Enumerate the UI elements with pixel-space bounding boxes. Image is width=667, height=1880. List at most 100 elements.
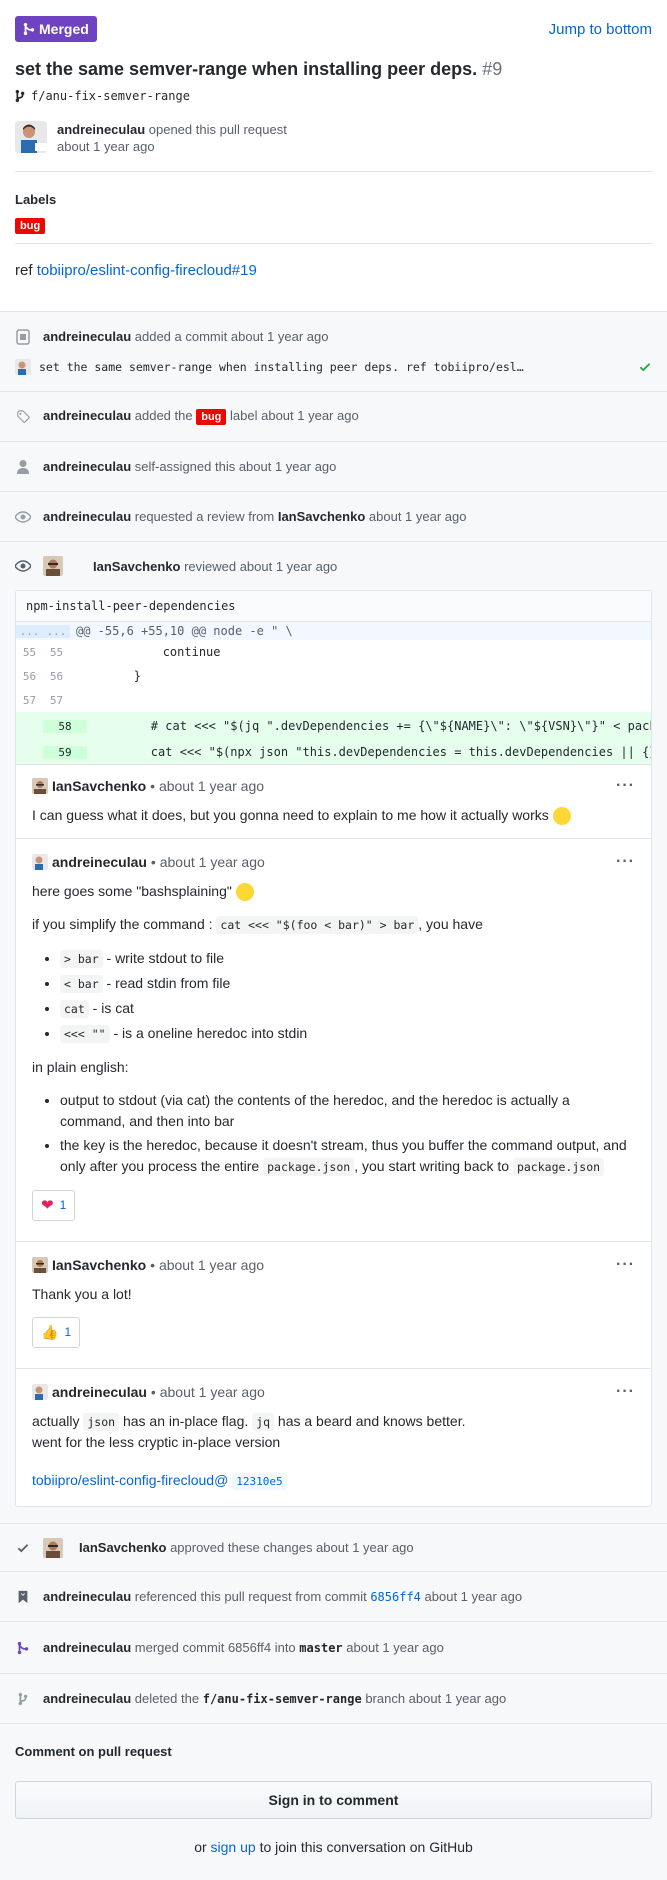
commit-author-avatar[interactable] bbox=[15, 358, 31, 375]
referenced-user[interactable]: andreineculau bbox=[43, 1589, 131, 1604]
more-options-icon[interactable]: ··· bbox=[616, 777, 635, 795]
comment-time[interactable]: • about 1 year ago bbox=[150, 1257, 264, 1273]
merge-icon bbox=[23, 22, 35, 36]
comment-avatar[interactable] bbox=[32, 854, 48, 870]
check-icon bbox=[639, 362, 651, 371]
opened-by: andreineculau opened this pull request a… bbox=[15, 121, 652, 172]
timeline-assigned: andreineculau self-assigned this about 1… bbox=[0, 442, 667, 492]
more-options-icon[interactable]: ··· bbox=[616, 853, 635, 871]
line-number[interactable]: 58 bbox=[43, 719, 87, 733]
comment-time[interactable]: • about 1 year ago bbox=[150, 778, 264, 794]
approved-user[interactable]: IanSavchenko bbox=[79, 1540, 166, 1555]
diff-row-added: 59 cat <<< "$(npx json "this.devDependen… bbox=[16, 740, 651, 764]
check-icon bbox=[15, 1540, 31, 1556]
timeline: andreineculau added a commit about 1 yea… bbox=[0, 311, 667, 1880]
bug-label[interactable]: bug bbox=[15, 218, 46, 234]
more-options-icon[interactable]: ··· bbox=[616, 1256, 635, 1274]
reviewed-user[interactable]: IanSavchenko bbox=[93, 559, 180, 574]
author-link[interactable]: andreineculau bbox=[57, 122, 145, 137]
commit-message[interactable]: set the same semver-range when installin… bbox=[39, 360, 630, 374]
labeled-user[interactable]: andreineculau bbox=[43, 408, 131, 423]
line-number[interactable]: 55 bbox=[43, 646, 70, 659]
pr-title-text: set the same semver-range when installin… bbox=[15, 59, 478, 79]
assigned-user[interactable]: andreineculau bbox=[43, 459, 131, 474]
inline-code: < bar bbox=[60, 975, 103, 993]
pr-number: #9 bbox=[482, 59, 503, 79]
opened-text: opened this pull request bbox=[148, 122, 287, 137]
list-item-text: - is cat bbox=[92, 1000, 134, 1016]
branch-info: f/anu-fix-semver-range bbox=[15, 89, 652, 103]
comment-author[interactable]: andreineculau bbox=[52, 1384, 147, 1400]
inline-code: cat bbox=[60, 1000, 89, 1018]
comment-author[interactable]: andreineculau bbox=[52, 854, 147, 870]
comment-time[interactable]: • about 1 year ago bbox=[151, 854, 265, 870]
thumbsup-reaction-button[interactable]: 👍 1 bbox=[32, 1317, 81, 1348]
sign-up-link[interactable]: sign up bbox=[211, 1839, 256, 1855]
deleted-user[interactable]: andreineculau bbox=[43, 1691, 131, 1706]
diff-file-name[interactable]: npm-install-peer-dependencies bbox=[16, 591, 651, 622]
referenced-commit-link[interactable]: 6856ff4 bbox=[370, 1590, 421, 1604]
comment-author[interactable]: IanSavchenko bbox=[52, 1257, 146, 1273]
reaction-count: 1 bbox=[59, 1198, 67, 1212]
inline-code: json bbox=[83, 1413, 120, 1431]
list-item: output to stdout (via cat) the contents … bbox=[60, 1090, 635, 1132]
comment-author[interactable]: IanSavchenko bbox=[52, 778, 146, 794]
review-request-time[interactable]: about 1 year ago bbox=[369, 509, 467, 524]
comment-avatar[interactable] bbox=[32, 1384, 48, 1400]
comment-avatar[interactable] bbox=[32, 778, 48, 794]
pr-header: Merged Jump to bottom set the same semve… bbox=[0, 0, 667, 311]
comment-avatar[interactable] bbox=[32, 1257, 48, 1273]
tag-icon bbox=[15, 409, 31, 425]
sign-in-button[interactable]: Sign in to comment bbox=[15, 1781, 652, 1819]
reviewer-avatar[interactable] bbox=[43, 556, 63, 576]
inline-code: package.json bbox=[263, 1158, 355, 1176]
line-number[interactable]: 56 bbox=[16, 670, 43, 683]
line-number[interactable]: 57 bbox=[43, 694, 70, 707]
reaction-count: 1 bbox=[64, 1325, 72, 1339]
hunk-expand-left[interactable]: ... bbox=[16, 624, 43, 638]
approver-avatar[interactable] bbox=[43, 1537, 63, 1558]
join-pre: or bbox=[194, 1839, 207, 1855]
line-number[interactable]: 57 bbox=[16, 694, 43, 707]
reviewer-link[interactable]: IanSavchenko bbox=[278, 509, 365, 524]
timeline-approved: IanSavchenko approved these changes abou… bbox=[0, 1524, 667, 1572]
commit-sha-link[interactable]: 12310e5 bbox=[232, 1473, 287, 1490]
reviewed-row: IanSavchenko reviewed about 1 year ago bbox=[0, 542, 667, 590]
commit-time[interactable]: about 1 year ago bbox=[231, 329, 329, 344]
line-number[interactable]: 56 bbox=[43, 670, 70, 683]
comment-text: went for the less cryptic in-place versi… bbox=[32, 1434, 281, 1450]
heart-reaction-button[interactable]: ❤ 1 bbox=[32, 1190, 76, 1221]
merged-user[interactable]: andreineculau bbox=[43, 1640, 131, 1655]
person-icon bbox=[15, 459, 31, 475]
diff-hunk: ... ... @@ -55,6 +55,10 @@ node -e " \ 5… bbox=[16, 622, 651, 765]
assigned-action: self-assigned this about 1 year ago bbox=[134, 459, 337, 474]
author-avatar[interactable] bbox=[15, 121, 47, 153]
labeled-suffix: label about 1 year ago bbox=[230, 408, 359, 423]
labeled-action: added the bbox=[134, 408, 193, 423]
commit-ref-link[interactable]: tobiipro/eslint-config-firecloud@ bbox=[32, 1472, 228, 1488]
branch-name[interactable]: f/anu-fix-semver-range bbox=[31, 89, 190, 103]
issue-ref-link[interactable]: tobiipro/eslint-config-firecloud#19 bbox=[37, 262, 257, 279]
thumbsup-icon: 👍 bbox=[41, 1324, 59, 1340]
comment-time[interactable]: • about 1 year ago bbox=[151, 1384, 265, 1400]
list-item: <<< "" - is a oneline heredoc into stdin bbox=[60, 1023, 635, 1045]
commit-user[interactable]: andreineculau bbox=[43, 329, 131, 344]
hunk-expand-right[interactable]: ... bbox=[43, 624, 70, 638]
timeline-bug-label[interactable]: bug bbox=[196, 409, 227, 425]
grinning-emoji-icon bbox=[552, 807, 571, 826]
review-request-action: requested a review from bbox=[134, 509, 275, 524]
review-request-user[interactable]: andreineculau bbox=[43, 509, 131, 524]
merged-time[interactable]: about 1 year ago bbox=[346, 1640, 444, 1655]
line-number[interactable]: 59 bbox=[43, 745, 87, 759]
heart-icon: ❤ bbox=[41, 1197, 54, 1214]
laughing-emoji-icon bbox=[235, 883, 254, 902]
opened-time[interactable]: about 1 year ago bbox=[57, 138, 287, 155]
hunk-header-row: ... ... @@ -55,6 +55,10 @@ node -e " \ bbox=[16, 622, 651, 640]
line-number[interactable]: 55 bbox=[16, 646, 43, 659]
more-options-icon[interactable]: ··· bbox=[616, 1383, 635, 1401]
jump-to-bottom-link[interactable]: Jump to bottom bbox=[549, 21, 652, 38]
inline-code: > bar bbox=[60, 950, 103, 968]
target-branch[interactable]: master bbox=[299, 1641, 342, 1655]
referenced-time[interactable]: about 1 year ago bbox=[425, 1589, 523, 1604]
body-prefix: ref bbox=[15, 262, 33, 279]
